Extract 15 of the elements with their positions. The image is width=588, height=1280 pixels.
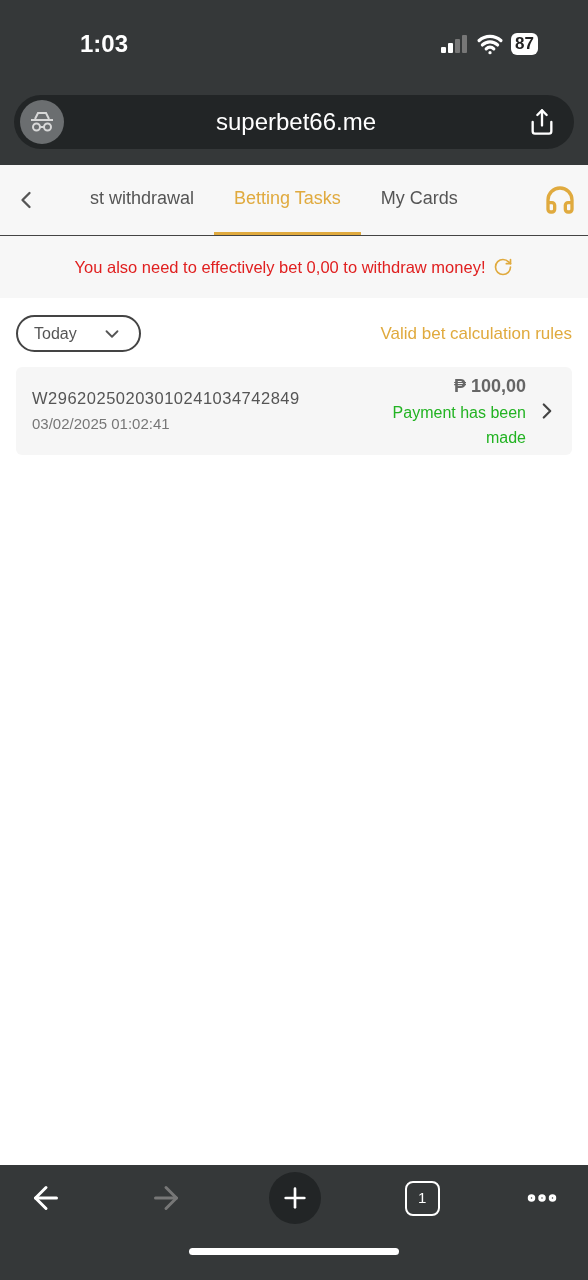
record-id: W29620250203010241034742849 xyxy=(32,388,301,410)
record-date: 03/02/2025 01:02:41 xyxy=(32,414,171,435)
battery-indicator: 87 xyxy=(511,32,538,55)
record-card[interactable]: W29620250203010241034742849 03/02/2025 01:02:41 ₱ 100,00 Payment has been made xyxy=(16,367,572,455)
clock: 1:03 xyxy=(80,28,129,59)
tab[interactable]: st withdrawal xyxy=(70,165,215,235)
tab-count-button[interactable]: 1 xyxy=(404,1180,440,1216)
notice-text: You also need to effectively bet 0,00 to withdraw money! xyxy=(74,256,486,278)
signal-icon xyxy=(441,34,470,53)
amount-text: ₱ 100,00 xyxy=(453,374,526,398)
status-text: Payment has been made xyxy=(391,402,526,448)
incognito-icon[interactable] xyxy=(20,100,64,144)
tab[interactable]: My Cards xyxy=(360,165,478,235)
new-tab-button[interactable] xyxy=(268,1172,321,1224)
date-filter[interactable]: Today xyxy=(16,315,141,352)
